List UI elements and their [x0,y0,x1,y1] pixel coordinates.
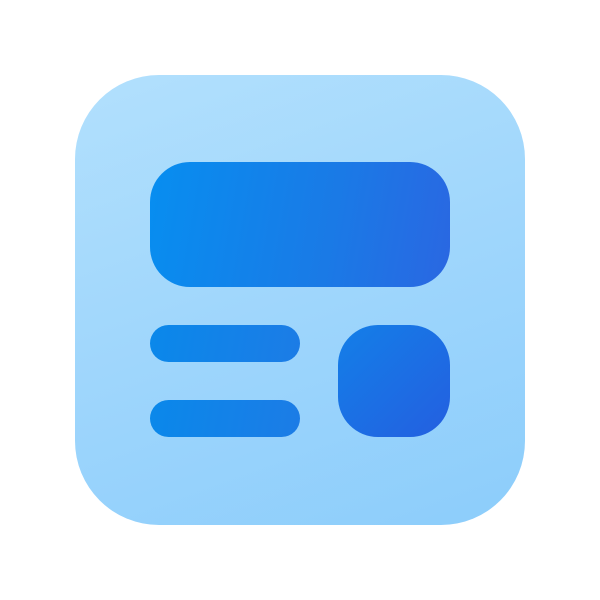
layout-dashboard-icon [75,75,525,525]
header-block [150,162,450,287]
text-line-top [150,325,300,362]
text-line-bottom [150,400,300,437]
square-tile [338,325,450,437]
canvas [0,0,600,600]
